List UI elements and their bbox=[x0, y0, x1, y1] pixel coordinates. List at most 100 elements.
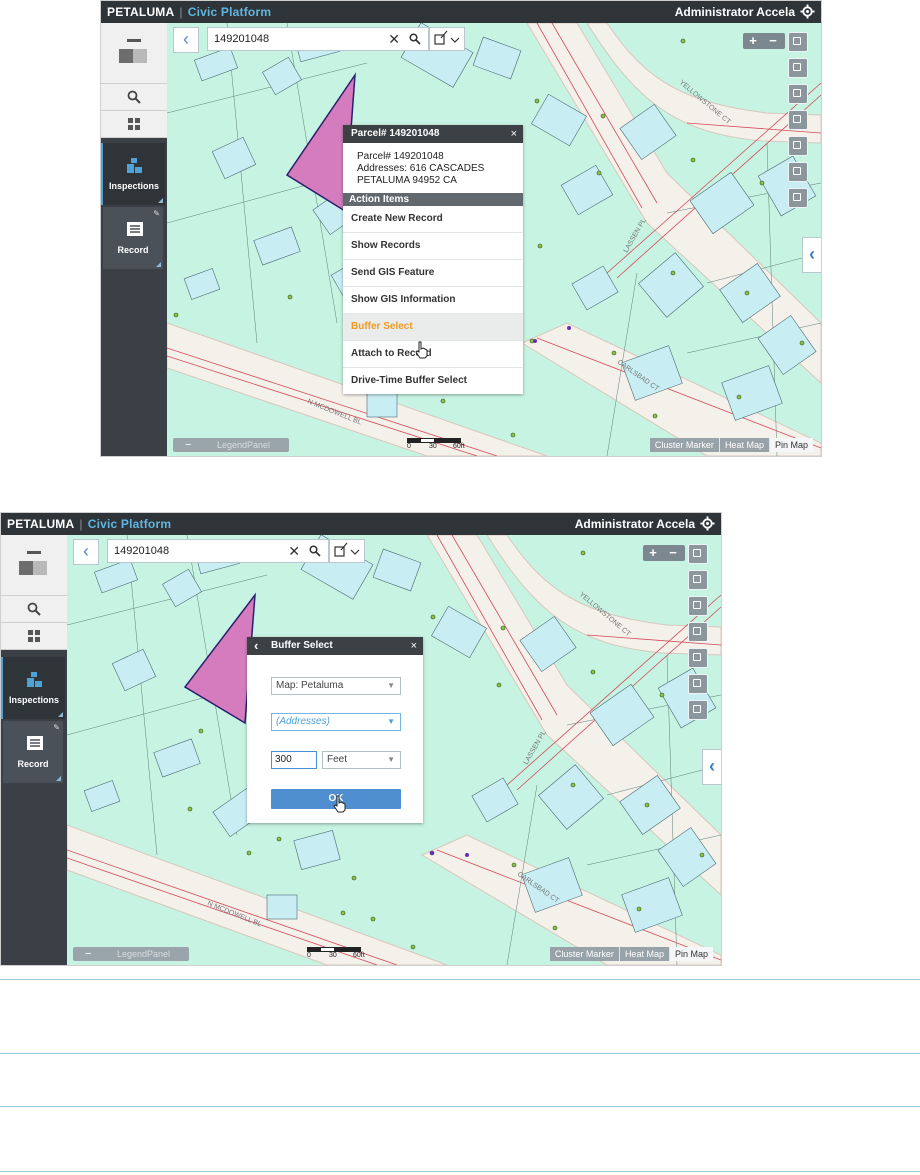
dropdown-arrow-icon: ▼ bbox=[387, 681, 395, 690]
layers-tool[interactable] bbox=[688, 622, 708, 642]
scale-mid: 30 bbox=[429, 443, 437, 450]
user-name[interactable]: Administrator Accela bbox=[675, 5, 795, 19]
zoom-in-icon[interactable]: + bbox=[643, 545, 663, 561]
chevron-left-icon: ‹ bbox=[809, 244, 815, 264]
clear-icon[interactable]: ✕ bbox=[388, 31, 400, 48]
product-name: Civic Platform bbox=[87, 517, 172, 531]
side-panel-toggle[interactable]: ‹ bbox=[702, 749, 721, 785]
search-value: 149201048 bbox=[214, 33, 270, 45]
search-icon bbox=[127, 90, 141, 104]
sidebar-item-record[interactable]: ✎ Record bbox=[3, 721, 63, 783]
ruler-tool[interactable] bbox=[688, 648, 708, 668]
tab-pin-map[interactable]: Pin Map bbox=[668, 947, 713, 961]
close-icon[interactable]: × bbox=[411, 637, 417, 655]
search-icon[interactable] bbox=[309, 545, 321, 557]
tab-heat-map[interactable]: Heat Map bbox=[718, 438, 769, 452]
edit-tool[interactable] bbox=[788, 162, 808, 182]
action-items-header: Action Items bbox=[343, 193, 523, 206]
brand-separator: | bbox=[79, 517, 83, 531]
print-tool[interactable] bbox=[788, 188, 808, 208]
tab-cluster-marker[interactable]: Cluster Marker bbox=[648, 438, 719, 452]
unit-select-value: Feet bbox=[327, 754, 348, 765]
locate-tool[interactable] bbox=[788, 58, 808, 78]
action-show-records[interactable]: Show Records bbox=[343, 233, 523, 260]
map-view[interactable]: N MCDOWELL BL CARLSBAD CT LASSEN PL YELL… bbox=[167, 23, 821, 456]
print-tool[interactable] bbox=[688, 700, 708, 720]
apps-button[interactable] bbox=[1, 623, 67, 650]
app-logo[interactable] bbox=[1, 535, 67, 596]
legend-label: LegendPanel bbox=[117, 949, 171, 959]
map-select[interactable]: Map: Petaluma ▼ bbox=[271, 677, 401, 695]
gear-icon[interactable] bbox=[700, 516, 715, 531]
measure-tool[interactable] bbox=[688, 596, 708, 616]
record-icon bbox=[127, 222, 143, 236]
parcel-city: PETALUMA 94952 CA bbox=[357, 175, 457, 186]
action-send-gis-feature[interactable]: Send GIS Feature bbox=[343, 260, 523, 287]
corner-marker bbox=[58, 712, 63, 717]
zoom-out-icon[interactable]: − bbox=[663, 545, 683, 561]
locate-tool[interactable] bbox=[688, 570, 708, 590]
scale-bar: 0 30 60ft bbox=[407, 438, 465, 450]
action-show-gis-information[interactable]: Show GIS Information bbox=[343, 287, 523, 314]
collapse-icon[interactable]: − bbox=[185, 438, 191, 452]
chevron-left-icon: ‹ bbox=[709, 756, 715, 776]
unit-select[interactable]: Feet ▼ bbox=[322, 751, 401, 769]
map-select-value: Map: Petaluma bbox=[276, 680, 344, 691]
action-buffer-select[interactable]: Buffer Select bbox=[343, 314, 523, 341]
hand-cursor-icon bbox=[415, 341, 428, 359]
search-input[interactable]: 149201048 ✕ bbox=[207, 27, 429, 51]
draw-tool-button[interactable] bbox=[429, 27, 465, 51]
draw-tool-button[interactable] bbox=[329, 539, 365, 563]
sidebar-item-record[interactable]: ✎ Record bbox=[103, 207, 163, 269]
gear-icon[interactable] bbox=[800, 4, 815, 19]
dropdown-arrow-icon: ▼ bbox=[387, 717, 395, 726]
back-button[interactable]: ‹ bbox=[173, 27, 199, 53]
pin-icon[interactable]: ✎ bbox=[53, 723, 60, 732]
side-panel-toggle[interactable]: ‹ bbox=[802, 237, 821, 273]
tab-cluster-marker[interactable]: Cluster Marker bbox=[548, 947, 619, 961]
measure-tool[interactable] bbox=[788, 84, 808, 104]
parcel-info: Parcel# 149201048 Addresses: 616 CASCADE… bbox=[343, 143, 523, 193]
back-button[interactable]: ‹ bbox=[73, 539, 99, 565]
action-create-new-record[interactable]: Create New Record bbox=[343, 206, 523, 233]
legend-panel[interactable]: − LegendPanel bbox=[73, 947, 189, 961]
zoom-out-icon[interactable]: − bbox=[763, 33, 783, 49]
search-button[interactable] bbox=[101, 84, 167, 111]
app-logo[interactable] bbox=[101, 23, 167, 84]
tab-pin-map[interactable]: Pin Map bbox=[768, 438, 813, 452]
pin-icon[interactable]: ✎ bbox=[153, 209, 160, 218]
search-input[interactable]: 149201048 ✕ bbox=[107, 539, 329, 563]
brand-separator: | bbox=[179, 5, 183, 19]
fullscreen-tool[interactable] bbox=[788, 32, 808, 52]
search-icon[interactable] bbox=[409, 33, 421, 45]
search-button[interactable] bbox=[1, 596, 67, 623]
back-chevron-icon[interactable]: ‹ bbox=[254, 637, 258, 655]
collapse-icon[interactable]: − bbox=[85, 947, 91, 961]
top-bar: PETALUMA | Civic Platform Administrator Ac… bbox=[101, 1, 821, 23]
divider-line bbox=[0, 1106, 920, 1107]
map-view[interactable]: N MCDOWELL BL CARLSBAD CT LASSEN PL YELL… bbox=[67, 535, 721, 965]
clear-icon[interactable]: ✕ bbox=[288, 543, 300, 560]
zoom-in-icon[interactable]: + bbox=[743, 33, 763, 49]
apps-button[interactable] bbox=[101, 111, 167, 138]
legend-panel[interactable]: − LegendPanel bbox=[173, 438, 289, 452]
ruler-tool[interactable] bbox=[788, 136, 808, 156]
close-icon[interactable]: × bbox=[511, 125, 517, 143]
scale-mid: 30 bbox=[329, 952, 337, 959]
tab-heat-map[interactable]: Heat Map bbox=[618, 947, 669, 961]
sidebar-item-inspections[interactable]: Inspections bbox=[101, 143, 165, 205]
sidebar-item-inspections[interactable]: Inspections bbox=[1, 657, 65, 719]
edit-tool[interactable] bbox=[688, 674, 708, 694]
distance-input[interactable]: 300 bbox=[271, 751, 317, 769]
action-drive-time-buffer-select[interactable]: Drive-Time Buffer Select bbox=[343, 368, 523, 394]
fullscreen-tool[interactable] bbox=[688, 544, 708, 564]
draw-tool-icon bbox=[434, 30, 460, 45]
layer-select[interactable]: (Addresses) ▼ bbox=[271, 713, 401, 731]
corner-marker bbox=[156, 262, 161, 267]
action-attach-to-record[interactable]: Attach to Record bbox=[343, 341, 523, 368]
user-name[interactable]: Administrator Accela bbox=[575, 517, 695, 531]
corner-marker bbox=[56, 776, 61, 781]
layers-tool[interactable] bbox=[788, 110, 808, 130]
top-bar: PETALUMA | Civic Platform Administrator Ac… bbox=[1, 513, 721, 535]
draw-tool-icon bbox=[334, 542, 360, 557]
